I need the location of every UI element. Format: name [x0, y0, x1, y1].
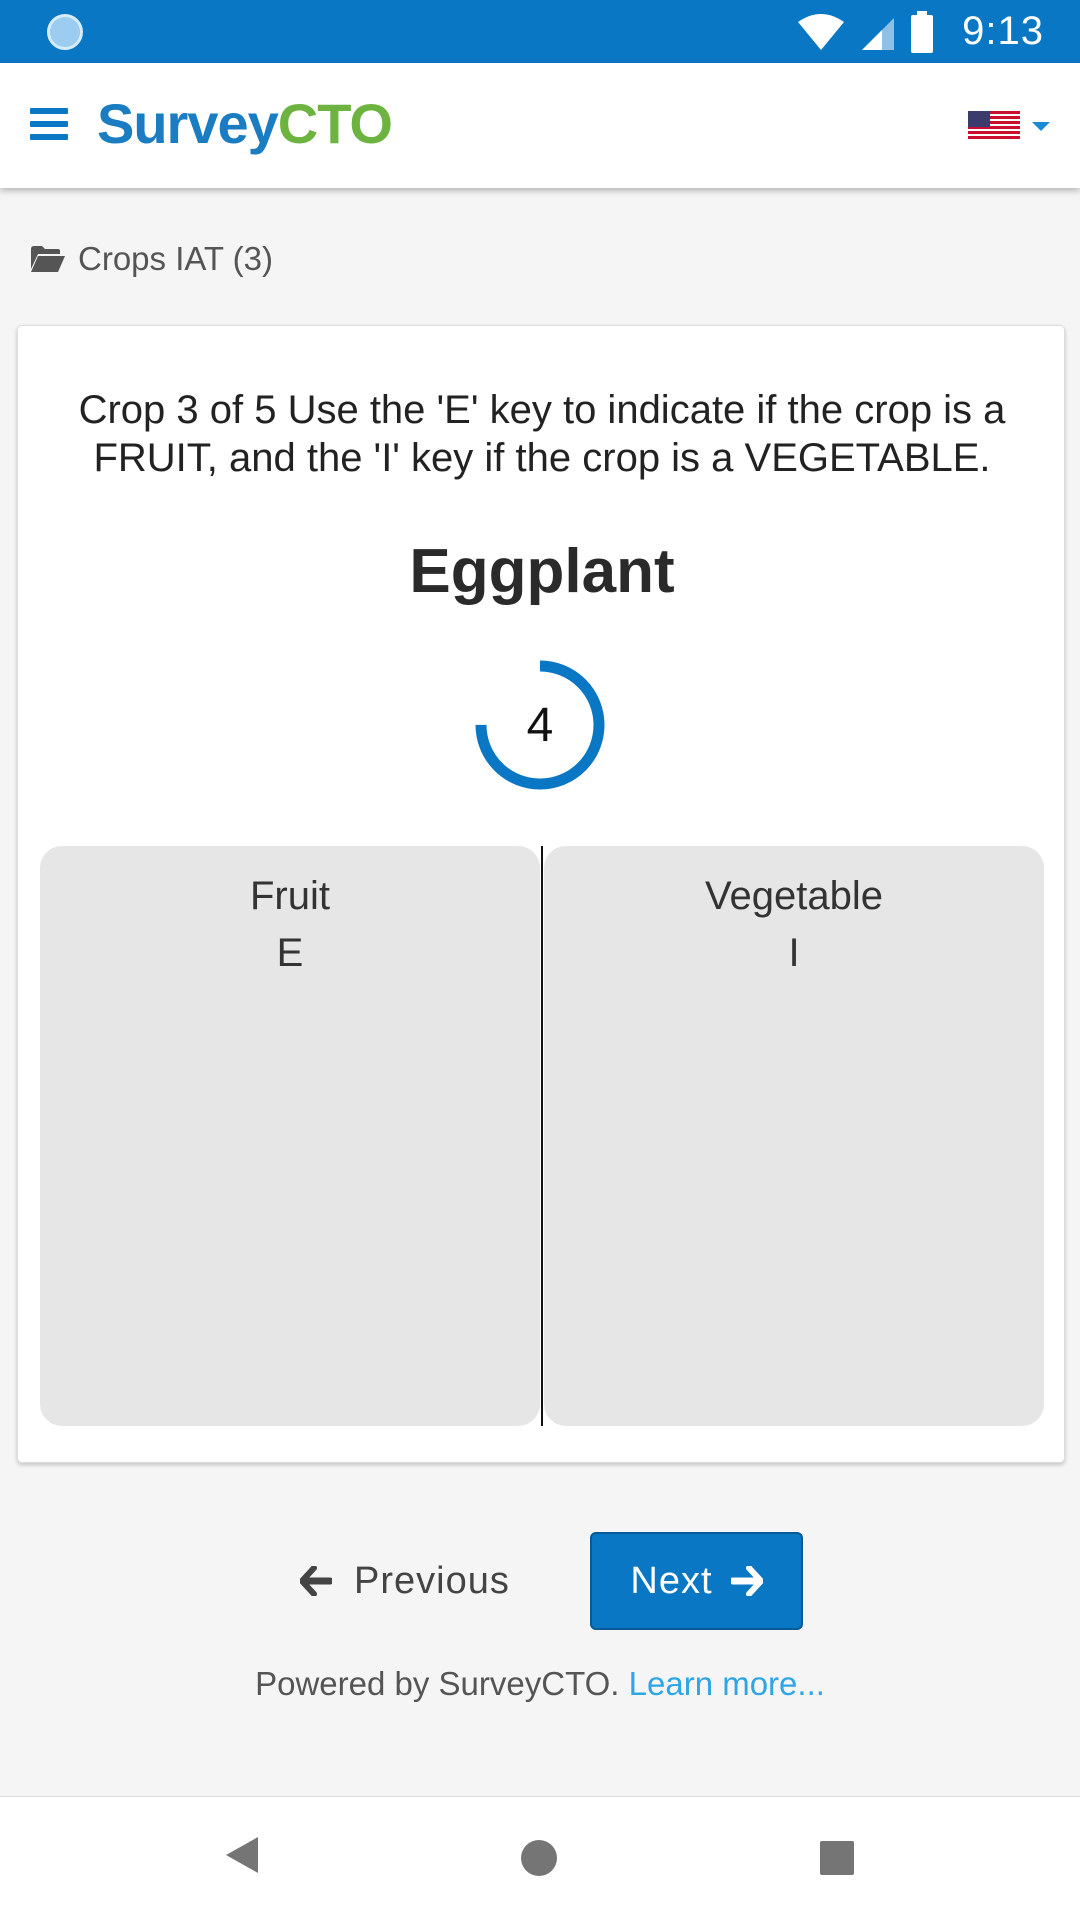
back-icon[interactable] [224, 1835, 260, 1875]
previous-label: Previous [354, 1559, 510, 1602]
signal-icon [862, 17, 895, 50]
status-time: 9:13 [962, 9, 1044, 53]
language-selector[interactable] [968, 111, 1050, 141]
next-button[interactable]: Next [590, 1532, 803, 1630]
us-flag-icon [968, 111, 1020, 141]
learn-more-link[interactable]: Learn more... [629, 1665, 825, 1702]
crop-name: Eggplant [409, 537, 675, 606]
choice-key: I [788, 931, 800, 975]
arrow-left-icon [300, 1566, 332, 1596]
choice-fruit[interactable]: Fruit E [40, 846, 540, 1426]
logo-cto: CTO [277, 92, 393, 155]
circle-notification-icon [47, 14, 83, 50]
logo-survey: Survey [97, 92, 279, 155]
battery-icon [911, 10, 934, 53]
choice-key: E [276, 931, 304, 975]
question-card: Crop 3 of 5 Use the 'E' key to indicate … [17, 325, 1065, 1463]
choice-divider [541, 846, 543, 1426]
powered-by: Powered by SurveyCTO. Learn more... [0, 1665, 1080, 1703]
next-label: Next [630, 1559, 713, 1602]
wifi-icon [798, 13, 845, 50]
folder-open-icon [31, 246, 65, 272]
countdown-timer: 4 [475, 660, 605, 790]
status-icons: 9:13 [796, 0, 1044, 63]
hamburger-menu-icon[interactable] [30, 108, 68, 140]
system-nav-bar [0, 1796, 1080, 1920]
question-instructions: Crop 3 of 5 Use the 'E' key to indicate … [78, 388, 1006, 480]
powered-text: Powered by SurveyCTO. [255, 1665, 620, 1702]
arrow-right-icon [730, 1566, 763, 1596]
status-bar: 9:13 [0, 0, 1080, 63]
choice-vegetable[interactable]: Vegetable I [544, 846, 1044, 1426]
choice-label: Vegetable [705, 874, 883, 918]
home-icon[interactable] [521, 1840, 557, 1876]
countdown-value: 4 [526, 698, 554, 752]
app-header: SurveyCTO [0, 63, 1080, 188]
previous-button[interactable]: Previous [300, 1532, 510, 1630]
surveycto-logo: SurveyCTO [97, 91, 393, 156]
choice-label: Fruit [250, 874, 330, 918]
recent-apps-icon[interactable] [820, 1841, 854, 1875]
breadcrumb: Crops IAT (3) [30, 240, 273, 278]
breadcrumb-label: Crops IAT (3) [78, 240, 273, 277]
chevron-down-icon [1032, 121, 1050, 131]
